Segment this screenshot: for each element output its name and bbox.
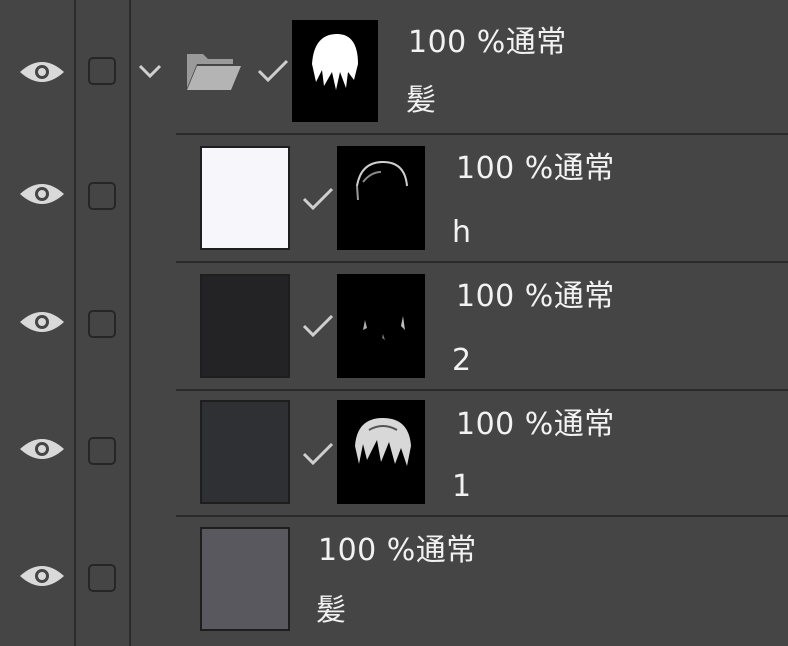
eye-icon[interactable]: [18, 435, 66, 463]
layer-select-checkbox[interactable]: [88, 564, 116, 592]
column-divider: [74, 0, 76, 646]
layer-select-checkbox[interactable]: [88, 310, 116, 338]
row-divider: [176, 261, 788, 263]
layer-mask-thumbnail[interactable]: [337, 400, 425, 504]
chevron-down-icon[interactable]: [137, 62, 163, 80]
row-divider: [176, 515, 788, 517]
layer-thumbnail[interactable]: [200, 146, 290, 250]
layer-select-checkbox[interactable]: [88, 57, 116, 85]
row-divider: [176, 133, 788, 135]
layer-panel: 100 %通常 髪 100 %通常 h 100 %通常 2 100 %通常 1 …: [0, 0, 788, 646]
layer-blend-mode: 100 %通常: [456, 407, 615, 442]
eye-icon[interactable]: [18, 58, 66, 86]
layer-name: 髪: [406, 83, 437, 118]
check-icon: [302, 442, 334, 466]
layer-name: 2: [452, 343, 472, 378]
layer-thumbnail[interactable]: [200, 400, 290, 504]
layer-select-checkbox[interactable]: [88, 182, 116, 210]
layer-name: 髪: [316, 593, 347, 628]
layer-blend-mode: 100 %通常: [456, 279, 615, 314]
eye-icon[interactable]: [18, 180, 66, 208]
eye-icon[interactable]: [18, 562, 66, 590]
column-divider: [129, 0, 131, 646]
check-icon: [302, 187, 334, 211]
layer-select-checkbox[interactable]: [88, 437, 116, 465]
layer-blend-mode: 100 %通常: [456, 151, 615, 186]
layer-thumbnail[interactable]: [200, 527, 290, 631]
layer-mask-thumbnail[interactable]: [292, 20, 378, 122]
eye-icon[interactable]: [18, 308, 66, 336]
layer-mask-thumbnail[interactable]: [337, 146, 425, 250]
check-icon: [302, 314, 334, 338]
row-divider: [176, 389, 788, 391]
layer-blend-mode: 100 %通常: [318, 533, 477, 568]
layer-name: h: [452, 215, 472, 250]
folder-icon: [187, 54, 241, 90]
layer-thumbnail[interactable]: [200, 274, 290, 378]
layer-blend-mode: 100 %通常: [408, 25, 567, 60]
check-icon: [257, 59, 289, 83]
layer-mask-thumbnail[interactable]: [337, 274, 425, 378]
layer-name: 1: [452, 469, 472, 504]
